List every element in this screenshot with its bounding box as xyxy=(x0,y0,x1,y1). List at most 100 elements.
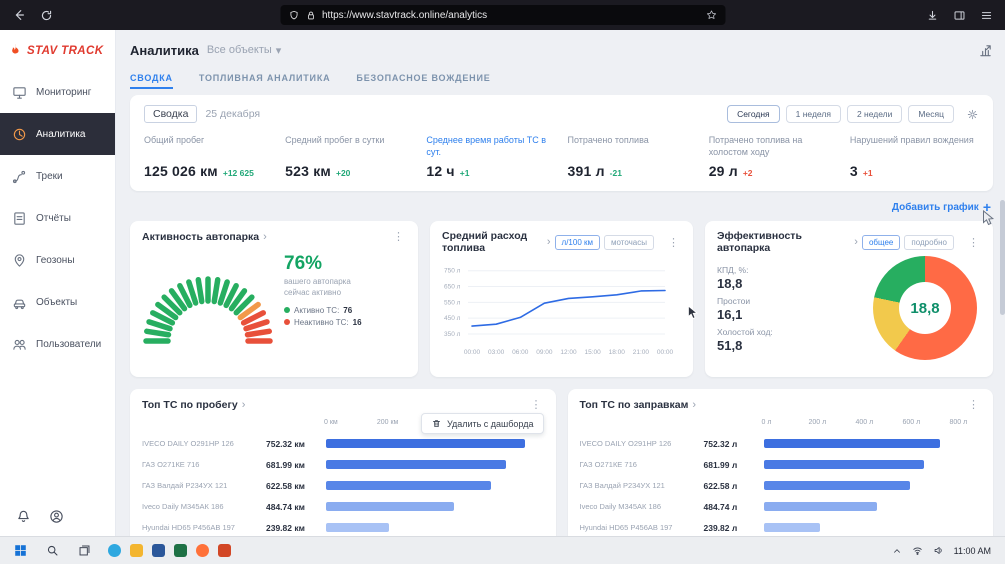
report-chart-icon[interactable] xyxy=(978,43,993,58)
kebab-menu-icon[interactable]: ⋮ xyxy=(966,398,981,411)
vehicle-label: Hyundai HD65 Р456АВ 197 xyxy=(142,523,260,532)
kebab-menu-icon[interactable]: ⋮ xyxy=(966,236,981,249)
sidebar: STAV TRACK МониторингАналитикаТреки Отчёт… xyxy=(0,30,116,536)
efficiency-toggle-1[interactable]: подробно xyxy=(904,235,954,250)
sidebar-item-5[interactable]: Объекты xyxy=(0,281,115,323)
taskbar-app-excel[interactable] xyxy=(174,544,187,557)
users-icon xyxy=(12,337,27,352)
tracking-shield-icon[interactable] xyxy=(288,10,299,21)
sidebar-item-2[interactable]: Треки xyxy=(0,155,115,197)
axis-tick: 600 л xyxy=(902,419,920,426)
legend-dot xyxy=(284,307,290,313)
kebab-menu-icon[interactable]: ⋮ xyxy=(666,236,681,249)
taskbar-app-word[interactable] xyxy=(152,544,165,557)
taskbar-app-powerpoint[interactable] xyxy=(218,544,231,557)
start-button[interactable] xyxy=(6,539,34,563)
period-pill-2[interactable]: 2 недели xyxy=(847,105,902,123)
period-pill-3[interactable]: Месяц xyxy=(908,105,954,123)
fuel-unit-toggle: л/100 км моточасы xyxy=(555,235,654,250)
vehicle-label: IVECO DAILY О291НР 126 xyxy=(142,439,260,448)
bar-row: ГАЗ О271КЕ 716681.99 л xyxy=(580,454,982,475)
tray-chevron-up-icon[interactable] xyxy=(892,546,902,556)
svg-text:00:00: 00:00 xyxy=(464,349,481,356)
vehicle-label: ГАЗ О271КЕ 716 xyxy=(580,460,698,469)
period-pill-0[interactable]: Сегодня xyxy=(727,105,780,123)
period-pill-1[interactable]: 1 неделя xyxy=(786,105,841,123)
url-text[interactable]: https://www.stavtrack.online/analytics xyxy=(322,10,487,21)
efficiency-toggle-0[interactable]: общее xyxy=(862,235,900,250)
stat-value: 51,8 xyxy=(717,338,835,353)
chevron-right-icon[interactable]: › xyxy=(242,399,246,411)
chevron-right-icon[interactable]: › xyxy=(547,236,551,248)
svg-text:12:00: 12:00 xyxy=(560,349,577,356)
metric-delta: +20 xyxy=(336,168,350,178)
fuel-toggle-1[interactable]: моточасы xyxy=(604,235,654,250)
fleet-activity-card: Активность автопарка › ⋮ 76% вашего авто… xyxy=(130,221,418,377)
tab-0[interactable]: СВОДКА xyxy=(130,68,173,89)
reload-icon[interactable] xyxy=(40,9,53,22)
bar xyxy=(764,439,941,448)
sidebar-item-4[interactable]: Геозоны xyxy=(0,239,115,281)
network-icon[interactable] xyxy=(912,545,923,556)
chevron-right-icon[interactable]: › xyxy=(692,399,696,411)
sidebar-panel-icon[interactable] xyxy=(953,9,966,22)
legend-label: Неактивно ТС: xyxy=(294,318,349,327)
gear-icon[interactable] xyxy=(966,108,979,121)
fuel-toggle-0[interactable]: л/100 км xyxy=(555,235,600,250)
metric-1: Средний пробег в сутки523 км+20 xyxy=(285,135,426,179)
svg-text:450 л: 450 л xyxy=(444,315,461,322)
chevron-right-icon[interactable]: › xyxy=(263,231,267,243)
kebab-menu-icon[interactable]: ⋮ xyxy=(529,398,544,411)
sidebar-item-label: Отчёты xyxy=(36,213,71,224)
metric-4: Потрачено топлива на холостом ходу29 л+2 xyxy=(709,135,850,179)
bar xyxy=(326,481,491,490)
activity-gauge-chart xyxy=(142,253,278,349)
objects-filter-dropdown[interactable]: Все объекты▾ xyxy=(207,44,281,57)
bar xyxy=(326,460,506,469)
svg-text:00:00: 00:00 xyxy=(657,349,674,356)
task-view-icon[interactable] xyxy=(70,539,98,563)
kebab-menu-icon[interactable]: ⋮ xyxy=(391,230,406,243)
volume-icon[interactable] xyxy=(933,545,944,556)
bar-row: ГАЗ О271КЕ 716681.99 км xyxy=(142,454,544,475)
lock-icon[interactable] xyxy=(305,10,316,21)
sidebar-item-3[interactable]: Отчёты xyxy=(0,197,115,239)
notifications-bell-icon[interactable] xyxy=(16,509,31,524)
svg-text:550 л: 550 л xyxy=(444,299,461,306)
back-icon[interactable] xyxy=(12,8,26,22)
delete-from-dashboard-button[interactable]: Удалить с дашборда xyxy=(421,413,544,434)
taskbar-app-file-explorer[interactable] xyxy=(130,544,143,557)
tab-2[interactable]: БЕЗОПАСНОЕ ВОЖДЕНИЕ xyxy=(356,68,490,89)
tracks-icon xyxy=(12,169,27,184)
stat-value: 18,8 xyxy=(717,276,835,291)
sidebar-item-6[interactable]: Пользователи xyxy=(0,323,115,365)
sidebar-item-1[interactable]: Аналитика xyxy=(0,113,115,155)
taskbar-app-edge[interactable] xyxy=(108,544,121,557)
brand-logo[interactable]: STAV TRACK xyxy=(0,30,115,67)
metric-label[interactable]: Среднее время работы ТС в сут. xyxy=(426,135,555,159)
clock[interactable]: 11:00 AM xyxy=(954,546,991,556)
chevron-right-icon[interactable]: › xyxy=(854,236,858,248)
summary-title[interactable]: Сводка xyxy=(144,105,197,123)
taskbar-search-icon[interactable] xyxy=(38,539,66,563)
stat-value: 16,1 xyxy=(717,307,835,322)
taskbar-app-firefox[interactable] xyxy=(196,544,209,557)
add-chart-link[interactable]: Добавить график xyxy=(892,202,979,213)
metric-value: 3 xyxy=(850,163,858,179)
vehicle-label: ГАЗ Валдай Р234УХ 121 xyxy=(142,481,260,490)
bar-row: ГАЗ Валдай Р234УХ 121622.58 км xyxy=(142,475,544,496)
top-mileage-card: Топ ТС по пробегу › ⋮ 0 км200 км400 км60… xyxy=(130,389,556,536)
menu-icon[interactable] xyxy=(980,9,993,22)
card-title: Активность автопарка xyxy=(142,231,259,243)
downloads-icon[interactable] xyxy=(926,9,939,22)
vehicle-value: 239.82 л xyxy=(704,523,758,533)
tab-1[interactable]: ТОПЛИВНАЯ АНАЛИТИКА xyxy=(199,68,331,89)
url-bar[interactable]: https://www.stavtrack.online/analytics xyxy=(280,5,725,25)
metric-value: 523 км xyxy=(285,163,331,179)
axis-tick: 0 л xyxy=(762,419,772,426)
svg-text:18:00: 18:00 xyxy=(609,349,626,356)
scrollbar[interactable] xyxy=(1000,200,1005,315)
profile-icon[interactable] xyxy=(49,509,64,524)
bookmark-star-icon[interactable] xyxy=(705,9,717,21)
sidebar-item-0[interactable]: Мониторинг xyxy=(0,71,115,113)
